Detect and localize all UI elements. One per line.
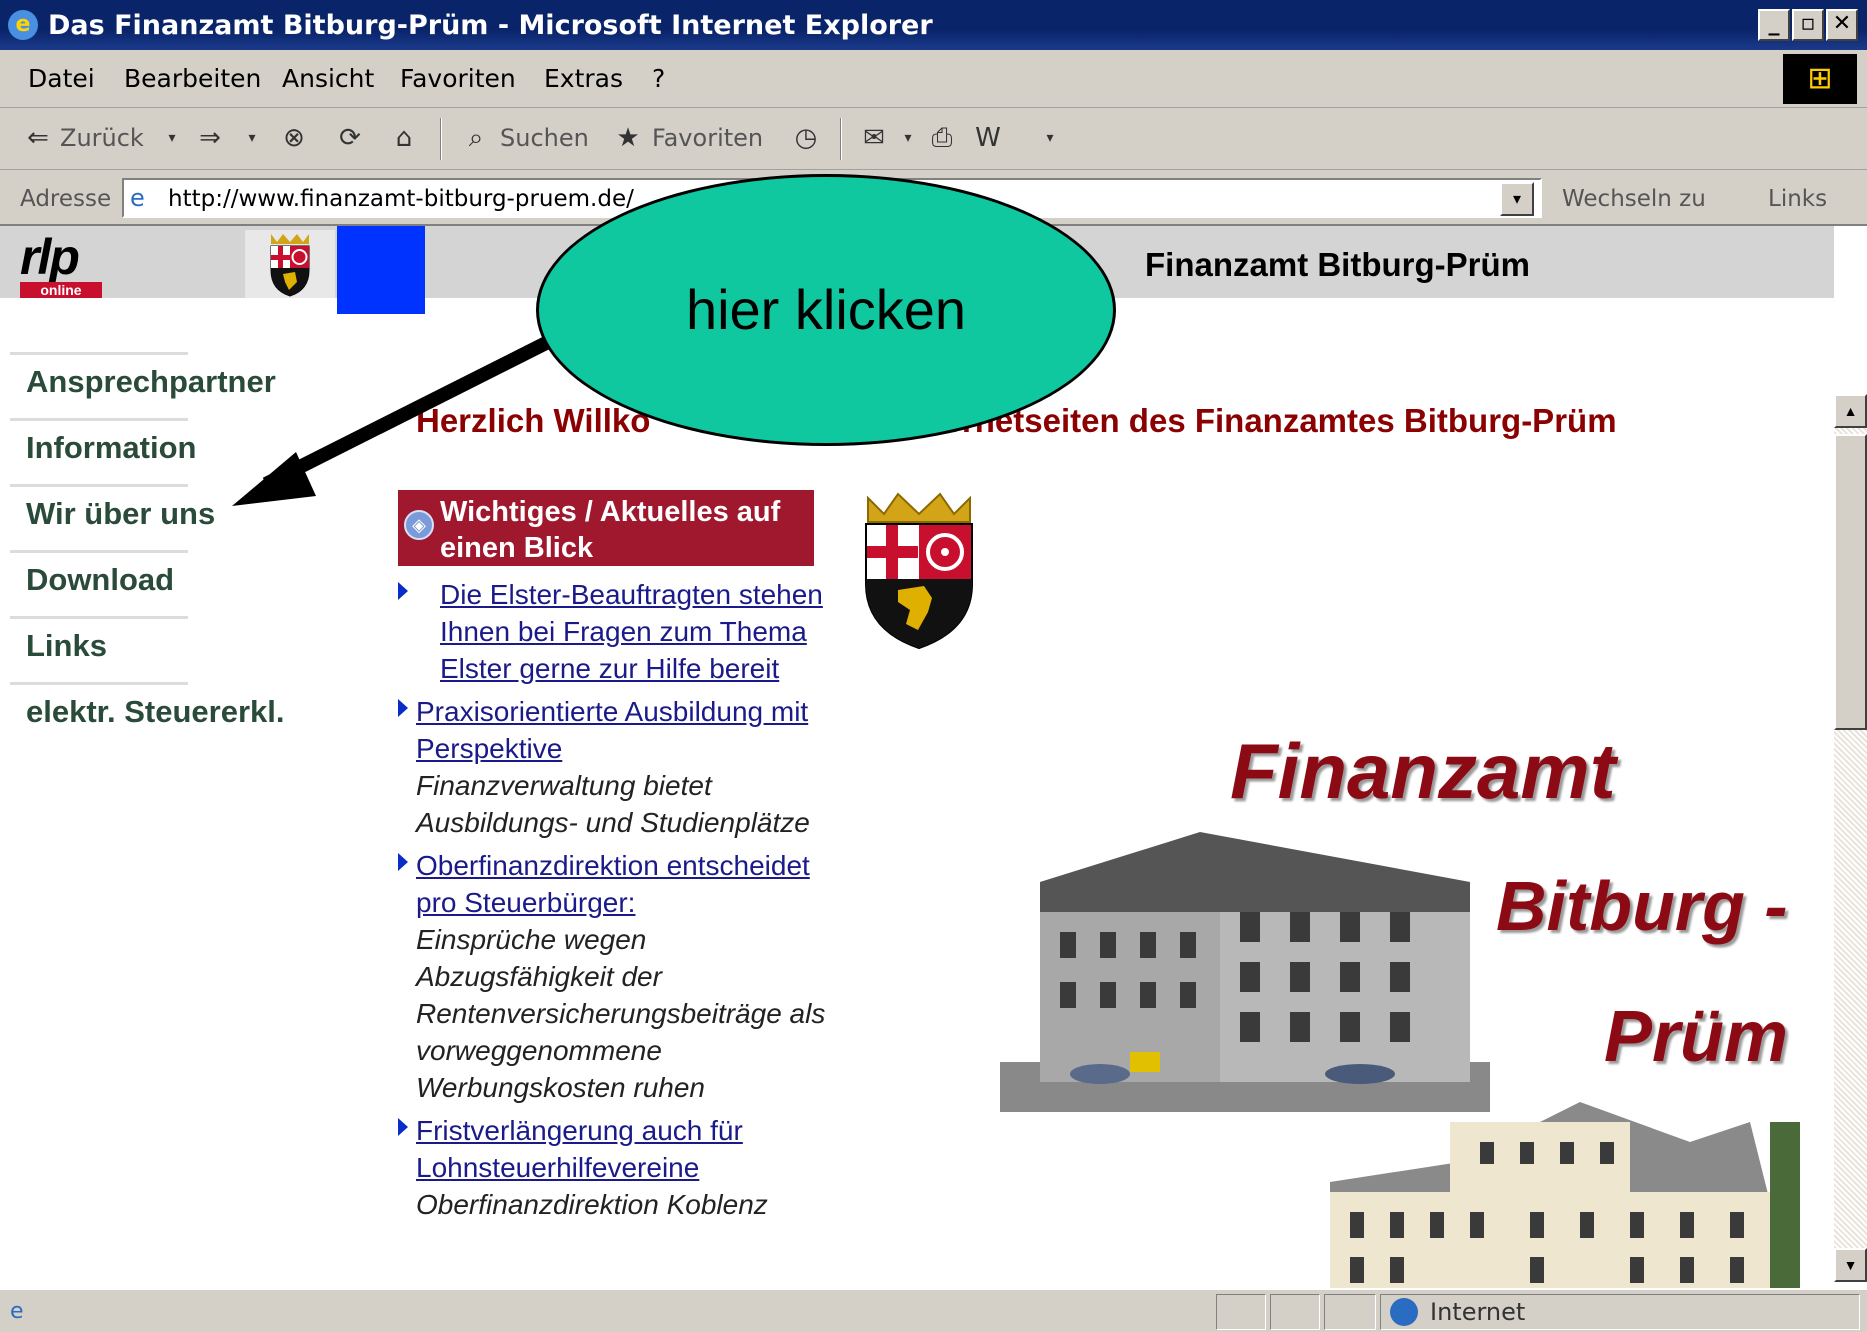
internet-zone-icon: [1390, 1298, 1418, 1326]
status-cell: [1324, 1294, 1376, 1330]
status-cell: [1270, 1294, 1320, 1330]
security-zone-label: Internet: [1430, 1298, 1526, 1326]
status-bar: e Internet: [0, 1288, 1867, 1332]
page-status-icon: e: [10, 1299, 24, 1324]
hint-callout: hier klicken: [536, 174, 1116, 446]
hint-callout-text: hier klicken: [685, 278, 967, 341]
status-cell: [1216, 1294, 1266, 1330]
